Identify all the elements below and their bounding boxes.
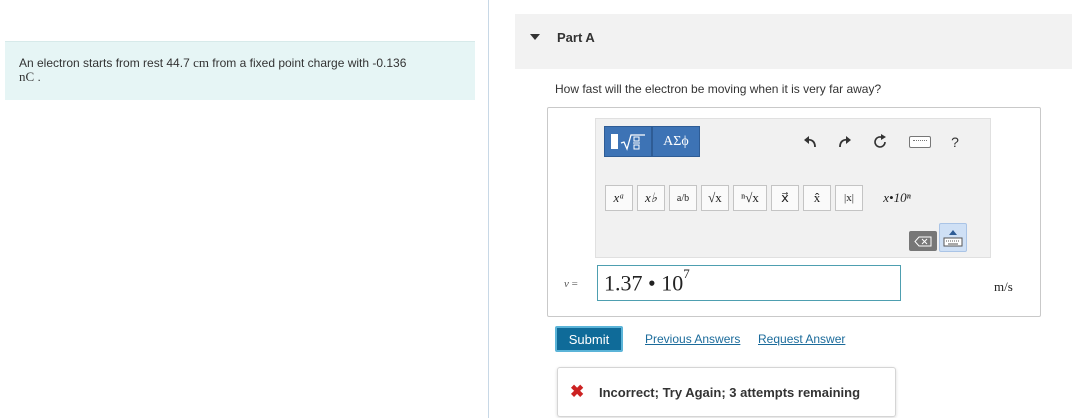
- answer-mantissa: 1.37: [604, 270, 643, 296]
- multiply-dot: •: [642, 270, 662, 296]
- keyboard-icon[interactable]: [909, 136, 931, 148]
- variable-symbol: v: [564, 278, 569, 290]
- superscript-button[interactable]: xᵃ: [605, 185, 633, 211]
- math-toolbar: ΑΣϕ ? xᵃ x♭ a/b √x ⁿ√x x⃗ x̂ |x| x•10ⁿ: [595, 118, 991, 258]
- problem-text: An electron starts from rest 44.7 cm fro…: [19, 55, 407, 85]
- question-text: How fast will the electron be moving whe…: [555, 82, 882, 96]
- part-header[interactable]: Part A: [515, 14, 1072, 69]
- template-box-icon: [610, 134, 618, 149]
- superscript-label: xᵃ: [613, 190, 625, 205]
- problem-text-part2: from a fixed point charge with -0.136: [208, 56, 407, 70]
- subscript-label: x♭: [645, 190, 657, 205]
- charge-unit: nC: [19, 69, 35, 84]
- fraction-button[interactable]: a/b: [669, 185, 697, 211]
- previous-answers-link[interactable]: Previous Answers: [645, 332, 740, 346]
- feedback-message: Incorrect; Try Again; 3 attempts remaini…: [599, 385, 861, 400]
- collapse-caret-icon[interactable]: [530, 34, 540, 40]
- submit-button[interactable]: Submit: [555, 326, 623, 352]
- feedback-box: ✖ Incorrect; Try Again; 3 attempts remai…: [557, 367, 896, 417]
- answer-base: 10: [661, 270, 684, 296]
- equals-sign: =: [571, 278, 578, 290]
- undo-icon[interactable]: [799, 131, 821, 153]
- incorrect-x-icon: ✖: [570, 382, 585, 401]
- greek-symbols-button[interactable]: ΑΣϕ: [652, 126, 700, 157]
- keyboard-toggle-icon: [943, 230, 963, 247]
- sqrt-fraction-icon: [620, 133, 645, 151]
- part-title: Part A: [557, 30, 595, 45]
- delete-button[interactable]: [909, 231, 937, 251]
- subscript-button[interactable]: x♭: [637, 185, 665, 211]
- absolute-value-button[interactable]: |x|: [835, 185, 863, 211]
- answer-editor: ΑΣϕ ? xᵃ x♭ a/b √x ⁿ√x x⃗ x̂ |x| x•10ⁿ v…: [547, 107, 1041, 317]
- problem-statement-panel: An electron starts from rest 44.7 cm fro…: [5, 41, 475, 100]
- distance-unit: cm: [193, 55, 209, 70]
- scientific-notation-button[interactable]: x•10ⁿ: [867, 185, 927, 211]
- help-button[interactable]: ?: [944, 131, 966, 153]
- backspace-icon: [914, 236, 932, 246]
- redo-icon[interactable]: [834, 131, 856, 153]
- vector-button[interactable]: x⃗: [771, 185, 799, 211]
- answer-input[interactable]: 1.37 • 107: [597, 265, 901, 301]
- unit-vector-button[interactable]: x̂: [803, 185, 831, 211]
- pane-divider: [488, 0, 489, 418]
- request-answer-link[interactable]: Request Answer: [758, 332, 845, 346]
- keyboard-toggle-button[interactable]: [939, 223, 967, 252]
- reset-icon[interactable]: [869, 131, 891, 153]
- sqrt-button[interactable]: √x: [701, 185, 729, 211]
- answer-unit: m/s: [994, 279, 1013, 294]
- templates-button[interactable]: [604, 126, 652, 157]
- problem-text-part1: An electron starts from rest 44.7: [19, 56, 194, 70]
- answer-exponent: 7: [683, 266, 690, 281]
- answer-variable-label: v =: [564, 278, 578, 290]
- nth-root-button[interactable]: ⁿ√x: [733, 185, 767, 211]
